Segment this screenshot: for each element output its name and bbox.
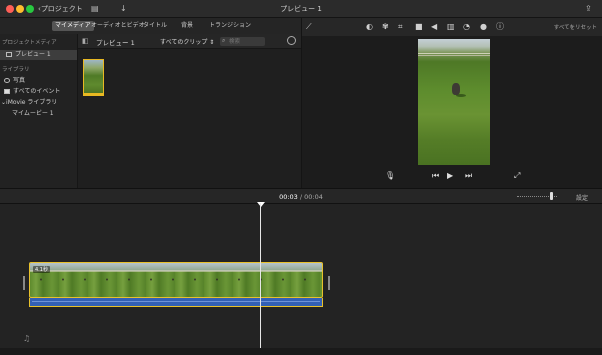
browser-header: ◧ プレビュー 1 すべてのクリップ ⇕ ⌕ [78,34,301,49]
sidebar-item-project[interactable]: プレビュー 1 [0,50,77,60]
tab-audio-video[interactable]: オーディオとビデオ [88,21,148,31]
fullscreen-icon[interactable]: ⤢ [514,171,520,181]
clip-filter-popup[interactable]: すべてのクリップ ⇕ [160,37,214,46]
timeline-header: 00:03 / 00:04 設定 [0,188,602,204]
media-browser [78,49,301,188]
sidebar-item-photos[interactable]: 写真 [4,76,25,86]
video-preview [418,39,490,165]
magic-wand-icon[interactable]: ⟋ [306,22,312,31]
toggle-sidebar-icon[interactable]: ◧ [82,37,89,45]
clip-thumbnail[interactable] [83,59,104,96]
total-time: 00:04 [304,193,323,201]
timeline-settings-button[interactable]: 設定 [576,193,588,202]
zoom-slider-knob[interactable] [549,192,553,200]
color-correction-icon[interactable]: ✾ [382,22,389,31]
libraries-sidebar: プロジェクトメディア プレビュー 1 ライブラリ 写真 すべてのイベント ⌄iM… [0,34,78,188]
volume-line[interactable] [32,301,320,302]
project-media-header: プロジェクトメディア [2,40,57,46]
reset-all-button[interactable]: すべてをリセット [554,23,597,31]
gear-icon[interactable] [287,36,296,45]
video-clip[interactable]: 4.1秒 [29,262,323,298]
video-fence [418,53,490,56]
video-subject [452,83,460,95]
library-header: ライブラリ [2,67,30,73]
tab-titles[interactable]: タイトル [140,21,170,31]
voiceover-microphone-icon[interactable]: 🎙 [385,171,395,181]
play-icon[interactable]: ▶ [447,171,453,181]
window-title: プレビュー 1 [280,5,322,13]
clip-duration-badge: 4.1秒 [33,266,50,273]
music-note-icon: ♫ [23,334,31,343]
timeline[interactable]: 4.1秒 [0,204,602,355]
sidebar-item-imovie-library[interactable]: ⌄iMovie ライブラリ [1,98,57,108]
skip-back-icon[interactable]: ⏮ [432,171,439,181]
search-input[interactable] [229,38,263,45]
crop-icon[interactable]: ⌗ [398,22,403,31]
clip-left-handle[interactable] [23,276,25,290]
events-icon [4,89,10,94]
volume-icon[interactable]: ◀ [431,22,437,31]
updown-chevron-icon: ⇕ [207,39,215,46]
viewer-panel: ⟋ ◐ ✾ ⌗ ■ ◀ ▥ ◔ ● ⓘ すべてをリセット 🎙 ⏮ ▶ ⏭ ⤢ [301,18,602,188]
clip-right-handle[interactable] [328,276,330,290]
share-icon[interactable]: ⇪ [585,4,592,14]
info-icon[interactable]: ⓘ [496,22,504,31]
search-field[interactable]: ⌕ [220,37,265,46]
sidebar-item-all-events[interactable]: すべてのイベント [4,87,60,97]
time-separator: / [299,193,303,201]
project-icon [6,52,12,57]
viewer-toolbar: ⟋ ◐ ✾ ⌗ ■ ◀ ▥ ◔ ● ⓘ すべてをリセット [302,18,602,36]
skip-forward-icon[interactable]: ⏭ [465,171,472,181]
used-range-bar [84,93,103,95]
title-bar: ‹プロジェクト ▤ ↓ プレビュー 1 ⇪ [0,0,602,18]
photos-icon [4,78,10,83]
noise-eq-icon[interactable]: ▥ [447,22,455,31]
sidebar-item-my-movie[interactable]: マイムービー 1 [12,109,54,119]
current-time: 00:03 [279,193,298,201]
stabilization-icon[interactable]: ■ [415,22,423,31]
clip-filter-icon[interactable]: ● [480,22,487,31]
clip-audio-track[interactable] [29,298,323,307]
bottom-bar [0,348,602,355]
playhead-marker[interactable] [257,202,265,207]
color-balance-icon[interactable]: ◐ [366,22,373,31]
tab-transitions[interactable]: トランジション [206,21,254,31]
playhead[interactable] [260,203,261,355]
tab-backgrounds[interactable]: 背景 [178,21,196,31]
timecode-display: 00:03 / 00:04 [0,193,602,201]
browser-tab-bar: マイメディア オーディオとビデオ タイトル 背景 トランジション [0,18,301,34]
browser-title: プレビュー 1 [96,39,135,47]
search-icon: ⌕ [222,37,226,44]
speed-icon[interactable]: ◔ [463,22,470,31]
clip-filmstrip-detail [30,275,322,287]
clip-filmstrip-fence [30,270,322,272]
